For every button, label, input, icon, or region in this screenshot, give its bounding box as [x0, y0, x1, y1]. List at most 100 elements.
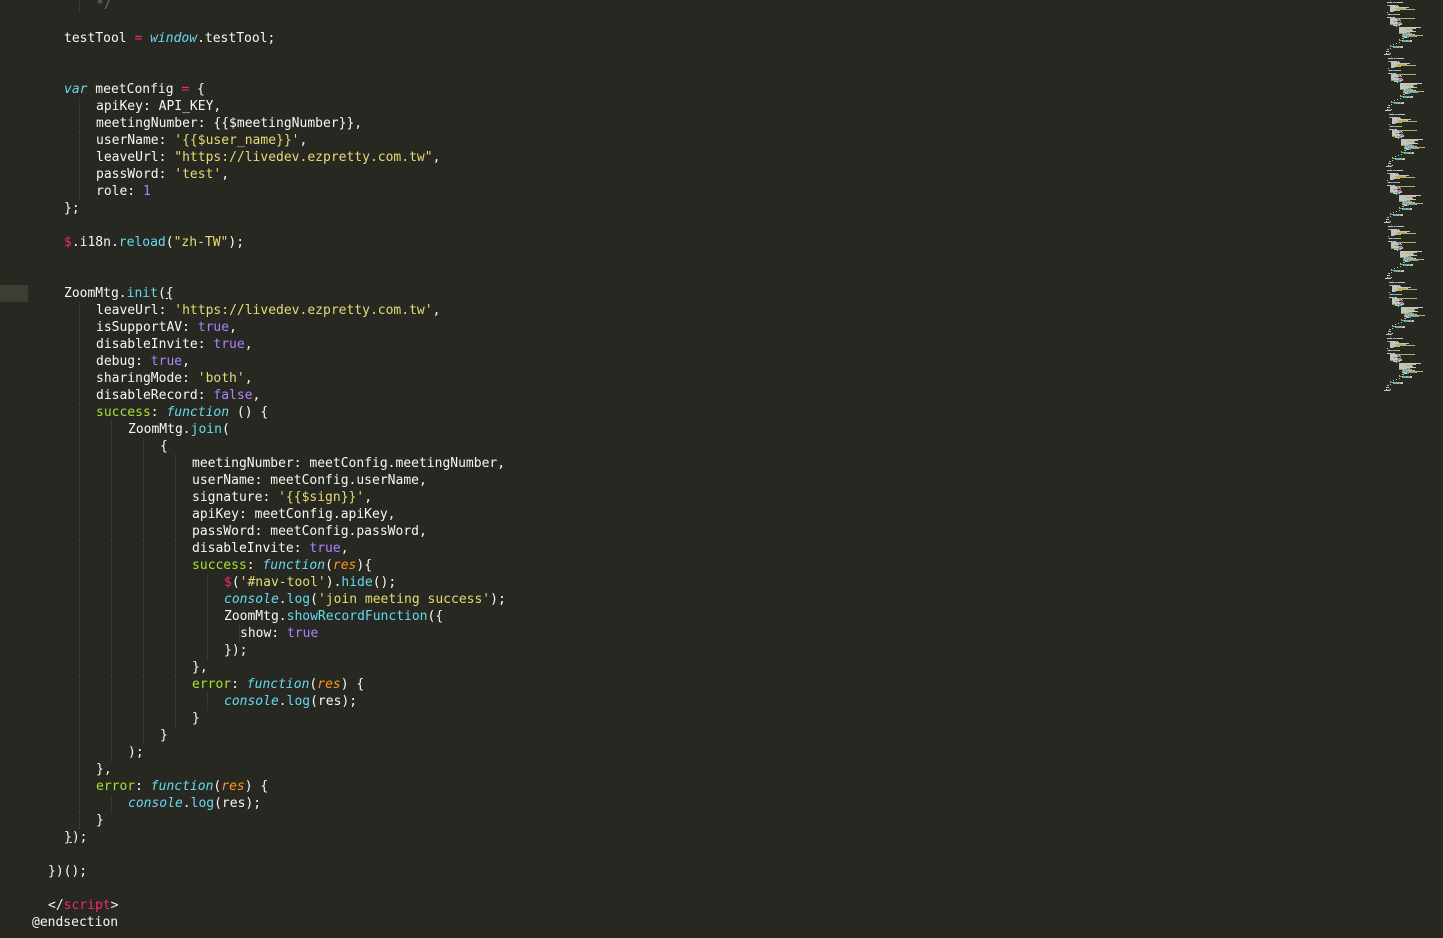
indent-guide — [79, 149, 80, 166]
code-line[interactable]: apiKey: meetConfig.apiKey, — [192, 506, 396, 523]
indent-guide — [111, 795, 112, 812]
code-line[interactable]: userName: meetConfig.userName, — [192, 472, 427, 489]
code-area[interactable]: */ testTool = window.testTool; var meetCon… — [0, 0, 1380, 938]
code-line[interactable]: }); — [64, 829, 87, 846]
code-line[interactable]: ZoomMtg.init({ — [64, 285, 174, 302]
indent-guide — [111, 676, 112, 693]
minimap-stroke — [1392, 160, 1393, 161]
indent-guide — [175, 676, 176, 693]
code-line[interactable]: leaveUrl: 'https://livedev.ezpretty.com.… — [96, 302, 440, 319]
minimap-stroke — [1399, 210, 1400, 211]
code-line[interactable]: signature: '{{$sign}}', — [192, 489, 372, 506]
code-line[interactable]: } — [96, 812, 104, 829]
code-token: , — [364, 490, 373, 505]
minimap-stroke — [1399, 182, 1400, 183]
indent-guide — [175, 455, 176, 472]
minimap-stroke — [1399, 350, 1400, 351]
code-line[interactable]: }, — [96, 761, 112, 778]
code-line[interactable]: ); — [128, 744, 144, 761]
code-token: , — [182, 354, 190, 369]
code-line[interactable]: error: function(res) { — [192, 676, 364, 693]
code-line[interactable]: disableInvite: true, — [96, 336, 253, 353]
code-line[interactable]: } — [160, 727, 168, 744]
indent-guide — [207, 642, 208, 659]
code-line[interactable]: isSupportAV: true, — [96, 319, 237, 336]
code-line[interactable]: @endsection — [32, 914, 118, 931]
code-line[interactable]: } — [192, 710, 200, 727]
code-line[interactable]: success: function () { — [96, 404, 268, 421]
code-line[interactable]: }); — [224, 642, 247, 659]
indent-guide — [79, 115, 80, 132]
minimap-stroke — [1396, 379, 1397, 380]
indent-guide — [79, 591, 80, 608]
code-line[interactable]: console.log('join meeting success'); — [224, 591, 506, 608]
code-line[interactable]: console.log(res); — [224, 693, 357, 710]
code-token: "https://livedev.ezpretty.com.tw" — [174, 150, 433, 165]
code-line[interactable]: userName: '{{$user_name}}', — [96, 132, 307, 149]
indent-guide — [143, 438, 144, 455]
indent-guide — [79, 557, 80, 574]
code-token: ZoomMtg. — [64, 286, 127, 301]
indent-guide — [175, 472, 176, 489]
code-line[interactable]: sharingMode: 'both', — [96, 370, 253, 387]
code-line[interactable]: passWord: meetConfig.passWord, — [192, 523, 427, 540]
code-line[interactable]: show: true — [240, 625, 318, 642]
code-line[interactable]: disableRecord: false, — [96, 387, 260, 404]
code-token: res — [317, 677, 341, 692]
minimap-stroke — [1416, 204, 1417, 205]
minimap-stroke — [1418, 148, 1419, 149]
minimap-stroke — [1384, 390, 1390, 391]
code-token: ( — [165, 235, 174, 250]
code-line[interactable]: }, — [192, 659, 208, 676]
code-line[interactable]: ZoomMtg.join( — [128, 421, 230, 438]
code-line[interactable]: leaveUrl: "https://livedev.ezpretty.com.… — [96, 149, 440, 166]
code-token: ) { — [340, 677, 365, 692]
code-line[interactable]: $('#nav-tool').hide(); — [224, 574, 396, 591]
minimap-stroke — [1403, 94, 1405, 95]
minimap-stroke — [1396, 43, 1397, 44]
code-token: true — [197, 320, 230, 335]
code-line[interactable]: disableInvite: true, — [192, 540, 349, 557]
code-line[interactable]: role: 1 — [96, 183, 151, 200]
code-token: apiKey: API_KEY, — [96, 99, 222, 114]
code-line[interactable]: { — [160, 438, 168, 455]
code-line[interactable]: meetingNumber: meetConfig.meetingNumber, — [192, 455, 505, 472]
minimap-stroke — [1399, 10, 1400, 11]
minimap-stroke — [1401, 137, 1402, 138]
code-line[interactable]: apiKey: API_KEY, — [96, 98, 221, 115]
indent-guide — [79, 438, 80, 455]
code-line[interactable]: meetingNumber: {{$meetingNumber}}, — [96, 115, 362, 132]
code-line[interactable]: console.log(res); — [128, 795, 261, 812]
indent-guide — [143, 608, 144, 625]
code-line[interactable]: success: function(res){ — [192, 557, 372, 574]
code-line[interactable]: testTool = window.testTool; — [64, 30, 275, 47]
code-line[interactable]: var meetConfig = { — [64, 81, 205, 98]
minimap-stroke — [1416, 36, 1417, 37]
code-line[interactable]: error: function(res) { — [96, 778, 268, 795]
code-line[interactable]: $.i18n.reload("zh-TW"); — [64, 234, 244, 251]
code-line[interactable]: </script> — [48, 897, 118, 914]
minimap-stroke — [1390, 0, 1391, 1]
minimap-stroke — [1414, 177, 1415, 178]
minimap[interactable] — [1380, 0, 1443, 400]
minimap-stroke — [1395, 123, 1396, 124]
code-line[interactable]: */ — [96, 0, 112, 13]
minimap-stroke — [1411, 153, 1414, 154]
minimap-stroke — [1414, 345, 1415, 346]
indent-guide — [143, 710, 144, 727]
code-editor[interactable]: 6789012345678901234567890123456789012345… — [0, 0, 1443, 938]
indent-guide — [79, 489, 80, 506]
code-line[interactable]: ZoomMtg.showRecordFunction({ — [224, 608, 443, 625]
minimap-stroke — [1409, 209, 1412, 210]
indent-guide — [207, 693, 208, 710]
code-token: { — [189, 82, 205, 97]
minimap-stroke — [1415, 242, 1416, 243]
code-line[interactable]: passWord: 'test', — [96, 166, 229, 183]
indent-guide — [79, 132, 80, 149]
minimap-stroke — [1391, 224, 1392, 225]
code-line[interactable]: debug: true, — [96, 353, 190, 370]
indent-guide — [79, 302, 80, 319]
minimap-stroke — [1398, 226, 1404, 227]
code-line[interactable]: }; — [64, 200, 80, 217]
code-line[interactable]: })(); — [48, 863, 87, 880]
